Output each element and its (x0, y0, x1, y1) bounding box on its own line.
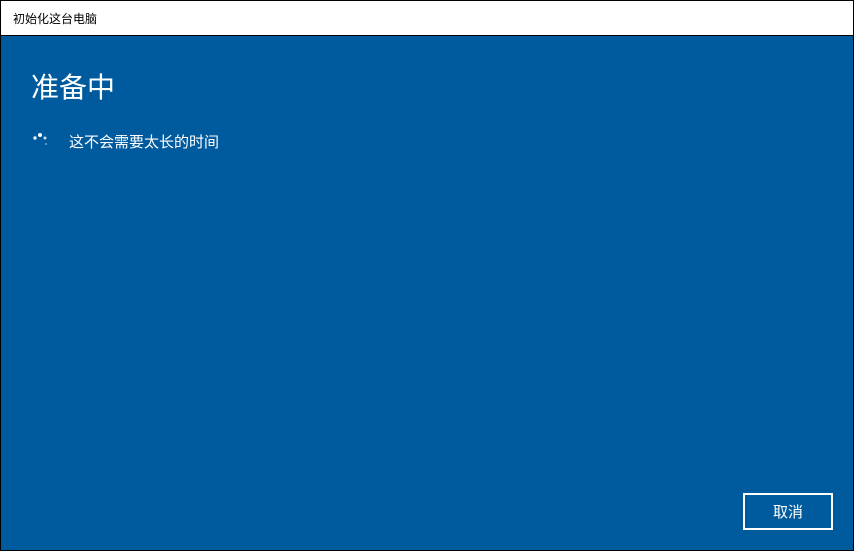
titlebar: 初始化这台电脑 (1, 1, 853, 36)
content-area: 准备中 这不会需要太长的时间 取消 (1, 36, 853, 550)
spinner-icon (31, 133, 49, 151)
status-row: 这不会需要太长的时间 (31, 131, 823, 152)
window-title: 初始化这台电脑 (13, 10, 97, 27)
cancel-button[interactable]: 取消 (743, 493, 833, 530)
page-heading: 准备中 (31, 66, 823, 106)
footer: 取消 (743, 493, 833, 530)
status-text: 这不会需要太长的时间 (69, 131, 219, 152)
